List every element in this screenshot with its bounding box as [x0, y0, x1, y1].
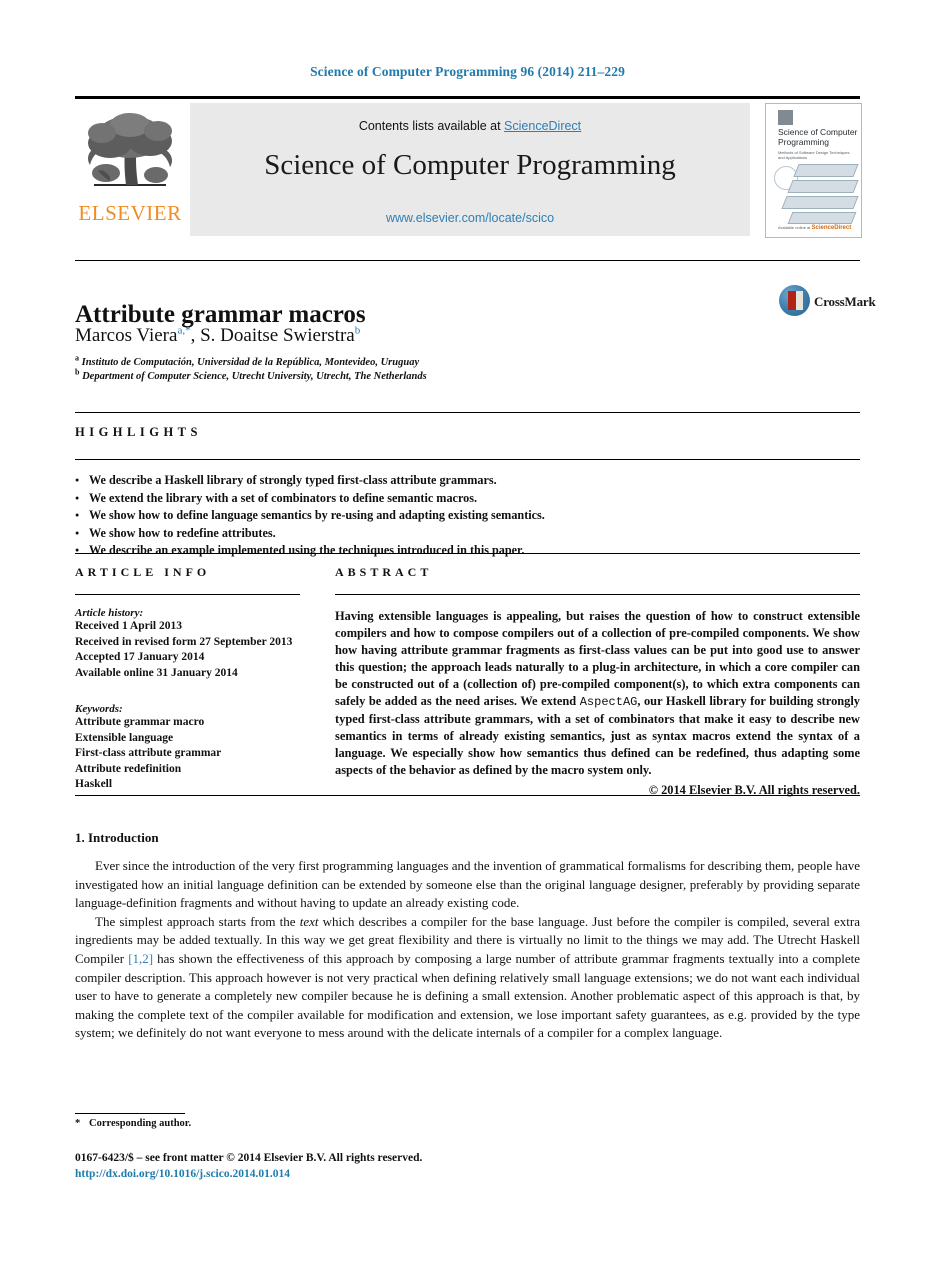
journal-cover-thumbnail[interactable]: Science of Computer Programming Methods … [765, 103, 862, 238]
highlights-list: We describe a Haskell library of strongl… [75, 472, 860, 560]
article-history-item: Accepted 17 January 2014 [75, 651, 205, 663]
affiliation-marker-b: b [75, 367, 80, 377]
article-history-item: Available online 31 January 2014 [75, 666, 238, 679]
section-heading-introduction: 1. Introduction [75, 830, 159, 845]
affiliation-text-a: Instituto de Computación, Universidad de… [81, 357, 420, 368]
highlight-item: We extend the library with a set of comb… [75, 490, 860, 508]
affiliation-a: a Instituto de Computación, Universidad … [75, 353, 735, 370]
body-paragraphs: Ever since the introduction of the very … [75, 857, 860, 1043]
highlights-heading: HIGHLIGHTS [75, 425, 202, 439]
crossmark-book-right-icon [796, 291, 803, 310]
abstract-text: Having extensible languages is appealing… [335, 609, 860, 777]
keyword-item: Haskell [75, 778, 113, 790]
body-paragraph-2: The simplest approach starts from the te… [75, 913, 861, 1041]
journal-title: Science of Computer Programming [264, 149, 676, 181]
highlight-item: We show how to define language semantics… [75, 507, 860, 525]
issn-copyright-line: 0167-6423/$ – see front matter © 2014 El… [75, 1152, 423, 1164]
keyword-item: Attribute grammar macro [75, 716, 205, 728]
abstract-rule [335, 594, 860, 595]
masthead-body: ELSEVIER Contents lists available at Sci… [75, 103, 862, 238]
body-paragraph-1: Ever since the introduction of the very … [75, 858, 860, 911]
article-history-item: Received 1 April 2013 [75, 620, 182, 632]
running-head: Science of Computer Programming 96 (2014… [310, 64, 625, 79]
affiliation-marker-a: a [75, 353, 79, 363]
article-history-item: Received in revised form 27 September 20… [75, 635, 293, 648]
keyword-item: Attribute redefinition [75, 762, 182, 775]
elsevier-wordmark: ELSEVIER [78, 201, 182, 225]
article-info-rule [75, 594, 300, 595]
cover-footer-text: Available online at [778, 225, 811, 230]
cover-shape-3 [781, 196, 859, 209]
footnote-rule [75, 1113, 185, 1114]
keyword-item: First-class attribute grammar [75, 747, 222, 759]
keywords-heading: Keywords: [75, 703, 123, 715]
journal-article-page: Science of Computer Programming 96 (2014… [0, 0, 935, 1266]
cover-shape-1 [793, 164, 859, 177]
masthead-panel: Contents lists available at ScienceDirec… [190, 103, 750, 236]
keywords-block: Keywords: Attribute grammar macro Extens… [75, 703, 300, 793]
contents-prefix: Contents lists available at [358, 119, 505, 133]
doi-link[interactable]: http://dx.doi.org/10.1016/j.scico.2014.0… [75, 1168, 290, 1180]
article-info-column: ARTICLE INFO Article history: Received 1… [75, 565, 300, 793]
cover-subtitle: Methods of Software Design Techniques an… [778, 150, 850, 160]
journal-cover[interactable]: Science of Computer Programming Methods … [757, 103, 862, 238]
keyword-item: Extensible language [75, 731, 174, 744]
cover-title: Science of Computer Programming [778, 127, 858, 147]
elsevier-tree-icon [80, 107, 180, 199]
highlight-item: We describe a Haskell library of strongl… [75, 472, 860, 490]
cover-shape-4 [787, 212, 857, 224]
corresponding-author-text: Corresponding author. [89, 1118, 192, 1129]
author-list: Marcos Vieraa,*, S. Doaitse Swierstrab [75, 324, 361, 346]
highlight-item: We show how to redefine attributes. [75, 525, 860, 543]
sciencedirect-link[interactable]: ScienceDirect [504, 119, 581, 133]
highlight-item: We describe an example implemented using… [75, 542, 860, 560]
info-abstract-bottom-rule [75, 795, 860, 796]
asterisk-icon: * [75, 1118, 81, 1129]
affiliation-list: a Instituto de Computación, Universidad … [75, 353, 735, 384]
highlights-top-rule [75, 412, 860, 413]
article-history-heading: Article history: [75, 607, 144, 619]
corresponding-author-note: * Corresponding author. [75, 1118, 191, 1129]
contents-available-line: Contents lists available at ScienceDirec… [190, 119, 750, 133]
cover-footer: Available online at ScienceDirect [778, 225, 854, 231]
cover-footer-brand: ScienceDirect [811, 225, 852, 231]
journal-homepage-link[interactable]: www.elsevier.com/locate/scico [190, 211, 750, 225]
journal-masthead: ELSEVIER Contents lists available at Sci… [75, 96, 862, 238]
info-abstract-top-rule [75, 553, 860, 554]
cover-shape-2 [787, 180, 859, 193]
affiliation-text-b: Department of Computer Science, Utrecht … [82, 371, 427, 382]
crossmark-book-left-icon [788, 291, 796, 310]
abstract-heading: ABSTRACT [335, 565, 433, 579]
highlights-bottom-rule [75, 459, 860, 460]
masthead-top-rule [75, 96, 860, 99]
abstract-column: ABSTRACT Having extensible languages is … [335, 565, 860, 798]
crossmark-label: CrossMark [814, 294, 876, 309]
cover-publisher-logo-icon [778, 110, 793, 125]
crossmark-badge[interactable]: CrossMark [779, 283, 876, 319]
affiliation-b: b Department of Computer Science, Utrech… [75, 367, 735, 384]
cover-left-band [766, 104, 776, 237]
title-separator-rule [75, 260, 860, 261]
article-info-heading: ARTICLE INFO [75, 565, 211, 579]
elsevier-logo: ELSEVIER [75, 103, 185, 236]
